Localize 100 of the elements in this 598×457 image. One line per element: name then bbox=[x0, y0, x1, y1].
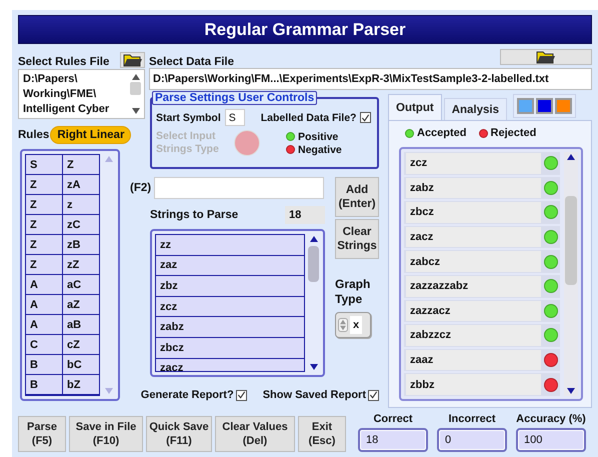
open-file-button[interactable] bbox=[500, 49, 592, 65]
scroll-down-icon[interactable] bbox=[130, 106, 140, 116]
stat-value: 18 bbox=[358, 428, 428, 452]
table-cell: zA bbox=[63, 175, 99, 194]
field-label: Labelled Data File? bbox=[260, 112, 356, 124]
data-file-field: D:\Papers\Working\FM...\Experiments\ExpR-3\MixTestSample3-2-labelled.txt bbox=[149, 68, 592, 90]
stat-value: 0 bbox=[437, 428, 507, 452]
field-label: Rules bbox=[18, 129, 50, 141]
table-cell: A bbox=[26, 275, 62, 294]
field-label: Graph Type bbox=[335, 277, 372, 307]
table-cell: cZ bbox=[63, 335, 99, 354]
table-cell: S bbox=[26, 155, 62, 174]
folder-icon bbox=[536, 50, 556, 64]
stat-label: Correct bbox=[373, 413, 413, 425]
action-button[interactable]: Save in File (F10) bbox=[69, 416, 143, 452]
field-label: Select Rules File bbox=[18, 56, 110, 68]
tab[interactable]: Analysis bbox=[444, 98, 507, 120]
list-item[interactable]: zabz bbox=[156, 317, 304, 337]
string-input[interactable] bbox=[154, 177, 324, 199]
table-cell: Z bbox=[26, 215, 62, 234]
legend-label: Negative bbox=[298, 144, 342, 156]
field-label: Select Data File bbox=[149, 56, 234, 68]
color-swatch[interactable] bbox=[536, 98, 553, 114]
window-title: Regular Grammar Parser bbox=[18, 15, 592, 44]
table-cell: zZ bbox=[63, 255, 99, 274]
table-cell: A bbox=[26, 315, 62, 334]
list-item[interactable]: zbz bbox=[156, 276, 304, 296]
scrollbar[interactable] bbox=[307, 234, 320, 372]
table-cell: C bbox=[26, 335, 62, 354]
folder-icon bbox=[122, 53, 142, 67]
stat-label: Incorrect bbox=[448, 413, 496, 425]
scroll-up-icon[interactable] bbox=[308, 234, 318, 244]
color-swatch[interactable] bbox=[517, 98, 534, 114]
action-button[interactable]: Exit (Esc) bbox=[298, 416, 346, 452]
table-cell: aB bbox=[63, 315, 99, 334]
checkbox[interactable] bbox=[360, 112, 372, 123]
spin-down-icon[interactable] bbox=[339, 325, 347, 331]
action-button[interactable]: Add (Enter) bbox=[335, 177, 379, 217]
result-string: zbcz bbox=[406, 202, 541, 223]
checkbox[interactable] bbox=[368, 390, 379, 400]
legend-label: Accepted bbox=[417, 127, 467, 139]
table-cell: A bbox=[26, 295, 62, 314]
table-cell: Z bbox=[26, 195, 62, 214]
table-cell: aZ bbox=[63, 295, 99, 314]
graph-type-spinner[interactable]: x bbox=[335, 312, 371, 338]
table-cell: Z bbox=[63, 155, 99, 174]
action-button[interactable]: Clear Values (Del) bbox=[215, 416, 295, 452]
result-string: zaaz bbox=[406, 350, 541, 370]
table-cell: zC bbox=[63, 215, 99, 234]
result-string: zabcz bbox=[406, 251, 541, 272]
grammar-type-badge: Right Linear bbox=[51, 127, 130, 143]
spinner-value: x bbox=[350, 316, 362, 334]
scrollbar[interactable] bbox=[564, 152, 578, 396]
start-symbol-field: S bbox=[224, 109, 245, 126]
action-button[interactable]: Clear Strings bbox=[335, 219, 379, 259]
group-title: Parse Settings User Controls bbox=[152, 91, 318, 105]
tab[interactable]: Output bbox=[388, 94, 442, 120]
table-cell: z bbox=[63, 195, 99, 214]
string-count: 18 bbox=[285, 206, 325, 224]
list-item[interactable]: zbcz bbox=[156, 338, 304, 358]
table-cell: Z bbox=[26, 235, 62, 254]
field-label: Strings to Parse bbox=[150, 209, 238, 221]
table-cell: bZ bbox=[63, 375, 99, 394]
scroll-up-icon[interactable] bbox=[130, 72, 140, 82]
list-item[interactable]: zz bbox=[156, 235, 304, 255]
table-cell: Z bbox=[26, 255, 62, 274]
result-string: zabzzcz bbox=[406, 325, 541, 346]
checkbox-label: Generate Report? bbox=[140, 389, 234, 401]
table-cell: zB bbox=[63, 235, 99, 254]
legend-label: Positive bbox=[298, 130, 338, 142]
spin-up-icon[interactable] bbox=[339, 319, 347, 325]
file-path-line: D:\Papers\ bbox=[23, 72, 78, 87]
rules-file-box[interactable]: D:\Papers\ Working\FME\ Intelligent Cyber bbox=[18, 69, 145, 119]
result-string: zabz bbox=[406, 178, 541, 198]
scroll-thumb[interactable] bbox=[565, 196, 577, 286]
scrollbar[interactable] bbox=[129, 72, 142, 116]
result-string: zbbz bbox=[406, 374, 541, 395]
checkbox[interactable] bbox=[236, 390, 247, 400]
table-cell: bC bbox=[63, 355, 99, 374]
scroll-up-icon[interactable] bbox=[566, 152, 576, 162]
list-item[interactable]: zaz bbox=[156, 256, 304, 276]
action-button[interactable]: Parse (F5) bbox=[18, 416, 66, 452]
action-button[interactable]: Quick Save (F11) bbox=[146, 416, 212, 452]
result-string: zacz bbox=[406, 226, 541, 248]
scroll-thumb[interactable] bbox=[130, 82, 141, 96]
checkbox-label: Show Saved Report bbox=[262, 389, 366, 401]
color-swatch[interactable] bbox=[555, 98, 572, 114]
stat-value: 100 bbox=[516, 428, 586, 452]
scroll-thumb[interactable] bbox=[308, 246, 319, 282]
field-label: Select Input Strings Type bbox=[156, 130, 220, 156]
scroll-down-icon[interactable] bbox=[566, 386, 576, 396]
file-path-line: Intelligent Cyber bbox=[23, 102, 110, 117]
table-cell: Z bbox=[26, 175, 62, 194]
open-file-button[interactable] bbox=[120, 52, 145, 68]
scroll-down-icon[interactable] bbox=[308, 362, 318, 372]
file-path-line: Working\FME\ bbox=[23, 87, 98, 102]
list-item[interactable]: zcz bbox=[156, 296, 304, 316]
result-string: zazzacz bbox=[406, 300, 541, 322]
table-cell: B bbox=[26, 355, 62, 374]
list-item[interactable]: zacz bbox=[156, 358, 304, 371]
